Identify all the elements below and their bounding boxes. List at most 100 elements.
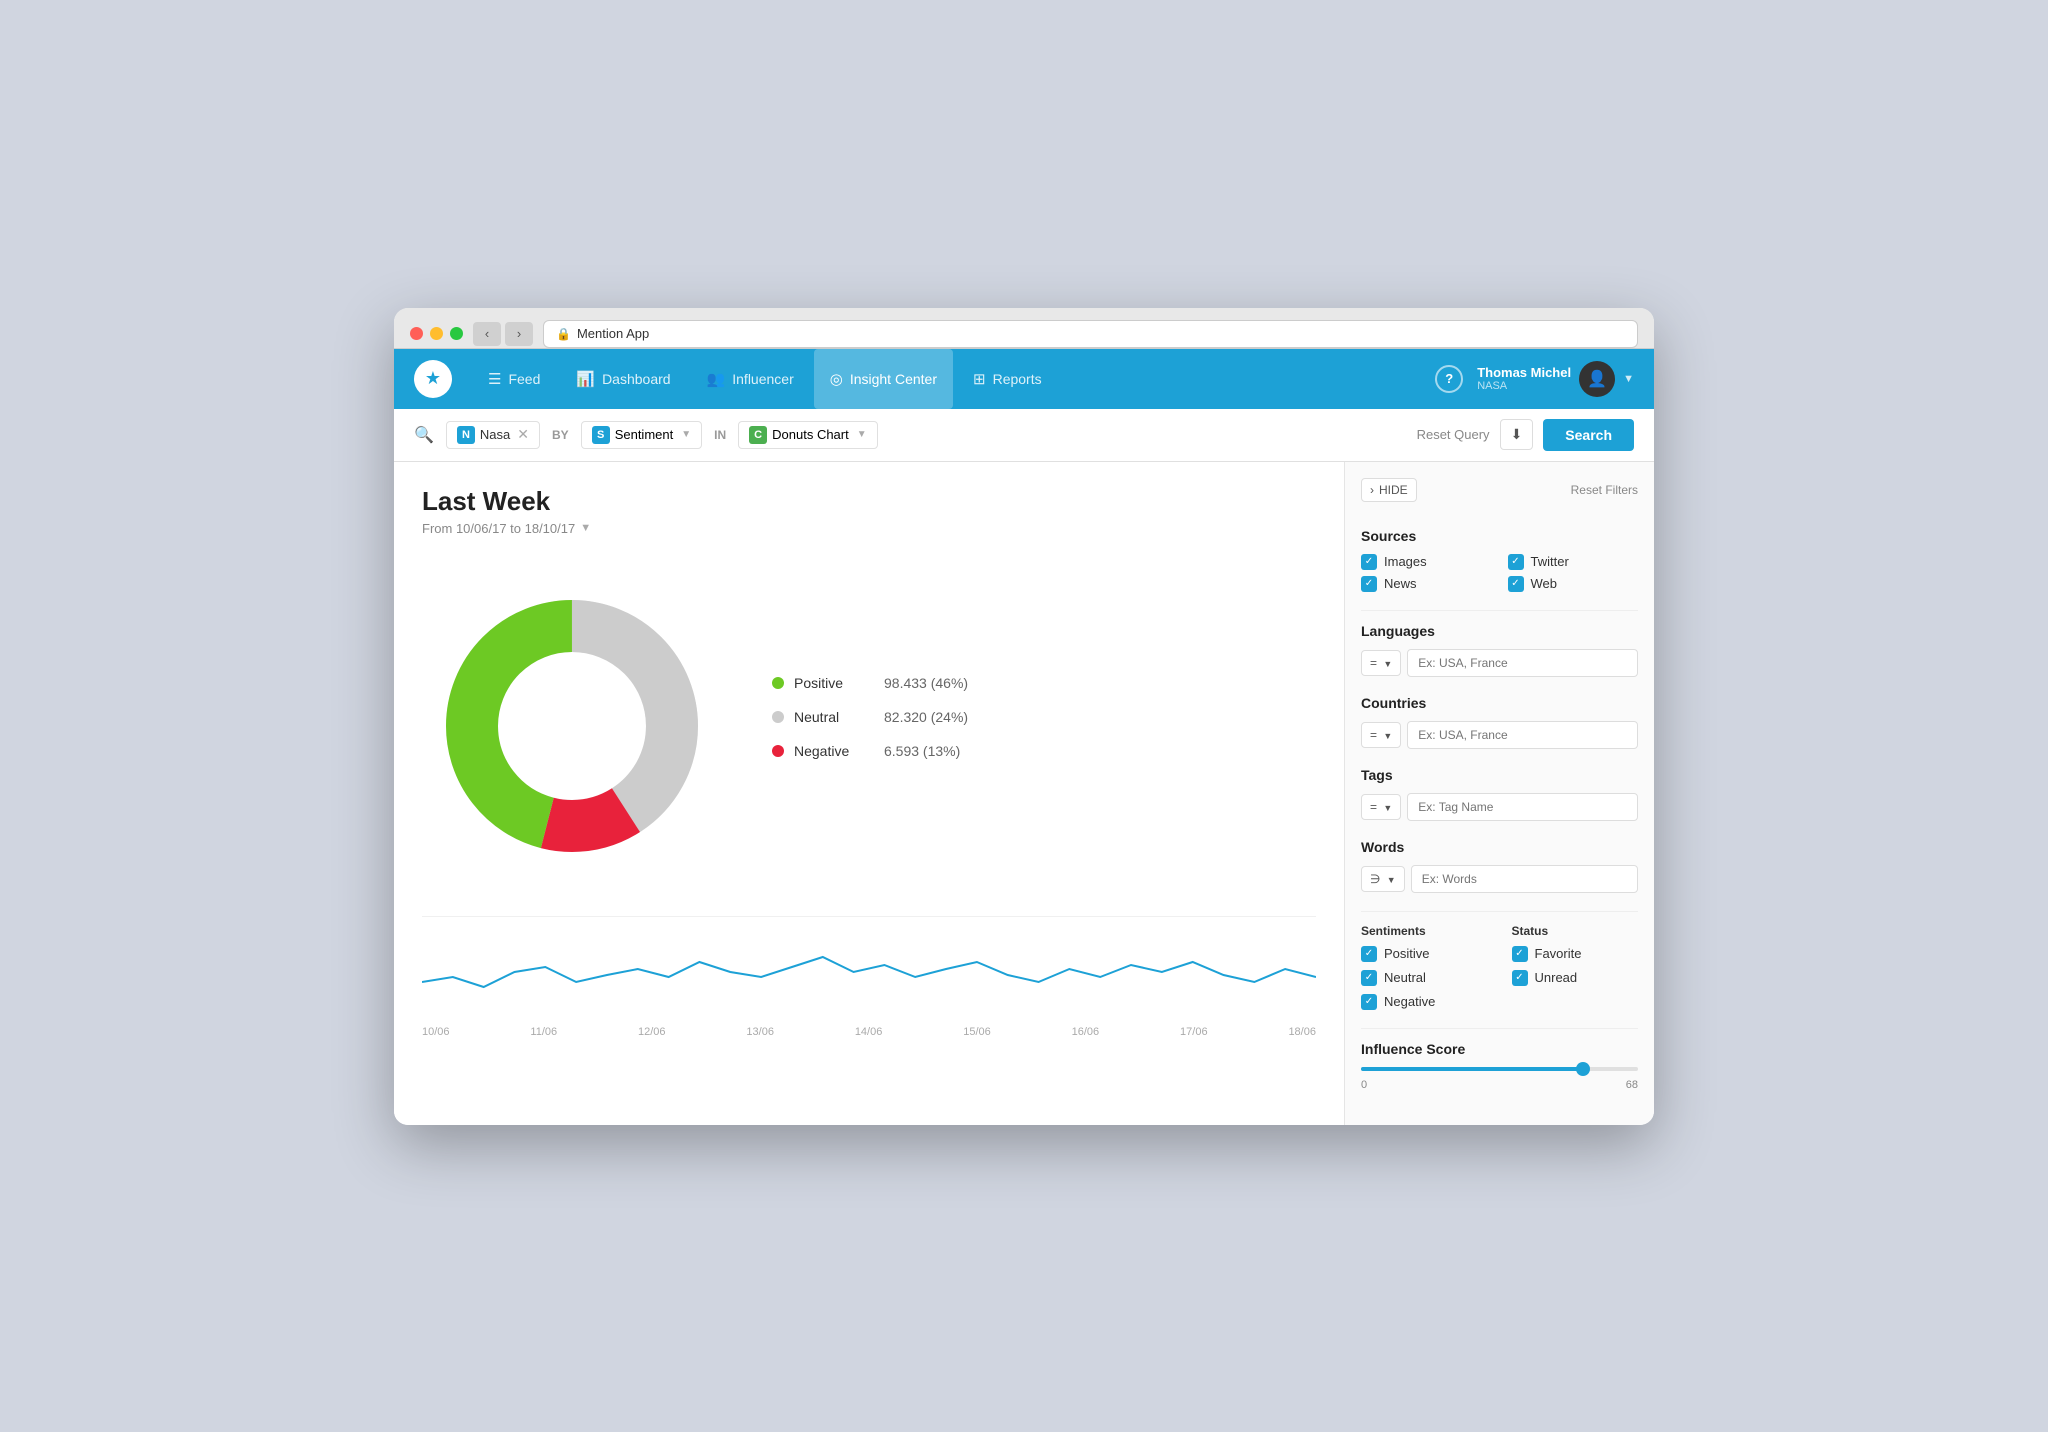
- address-bar[interactable]: 🔒 Mention App: [543, 320, 1638, 348]
- sentiment-positive-label: Positive: [1384, 946, 1430, 961]
- line-chart-line: [422, 957, 1316, 987]
- countries-op-select[interactable]: = ▼: [1361, 722, 1401, 748]
- twitter-checkbox[interactable]: ✓: [1508, 554, 1524, 570]
- chart-filter-label: Donuts Chart: [772, 427, 849, 442]
- hide-button[interactable]: › HIDE: [1361, 478, 1417, 502]
- sentiment-filter-label: Sentiment: [615, 427, 674, 442]
- x-axis: 10/06 11/06 12/06 13/06 14/06 15/06 16/0…: [422, 1022, 1316, 1042]
- tags-input[interactable]: [1407, 793, 1638, 821]
- date-range-text: From 10/06/17 to 18/10/17: [422, 521, 575, 536]
- nav-item-reports-label: Reports: [993, 371, 1042, 387]
- languages-title: Languages: [1361, 623, 1638, 639]
- sentiment-neutral[interactable]: ✓ Neutral: [1361, 970, 1488, 986]
- tags-op-text: =: [1370, 800, 1377, 814]
- countries-input-row: = ▼: [1361, 721, 1638, 749]
- status-unread-checkbox[interactable]: ✓: [1512, 970, 1528, 986]
- influence-slider-thumb[interactable]: [1576, 1062, 1590, 1076]
- search-button[interactable]: Search: [1543, 419, 1634, 451]
- status-column: Status ✓ Favorite ✓ Unread: [1512, 924, 1639, 1010]
- web-label: Web: [1531, 576, 1558, 591]
- sentiment-neutral-checkbox[interactable]: ✓: [1361, 970, 1377, 986]
- reset-filters-button[interactable]: Reset Filters: [1571, 483, 1638, 497]
- images-checkbox[interactable]: ✓: [1361, 554, 1377, 570]
- chevron-down-icon: ▼: [1623, 373, 1634, 385]
- donut-chart: [422, 576, 722, 876]
- status-favorite-checkbox[interactable]: ✓: [1512, 946, 1528, 962]
- words-op-select[interactable]: ∋ ▼: [1361, 866, 1405, 892]
- sentiment-negative-checkbox[interactable]: ✓: [1361, 994, 1377, 1010]
- insight-center-icon: ◎: [830, 370, 843, 388]
- nav-item-reports[interactable]: ⊞ Reports: [957, 349, 1058, 409]
- sentiments-status-columns: Sentiments ✓ Positive ✓ Neutral ✓: [1361, 924, 1638, 1010]
- status-unread[interactable]: ✓ Unread: [1512, 970, 1639, 986]
- influence-slider-wrap: 0 68: [1361, 1067, 1638, 1091]
- traffic-lights: [410, 327, 463, 340]
- twitter-label: Twitter: [1531, 554, 1569, 569]
- nav-item-feed[interactable]: ☰ Feed: [472, 349, 556, 409]
- tags-op-select[interactable]: = ▼: [1361, 794, 1401, 820]
- minimize-button[interactable]: [430, 327, 443, 340]
- status-favorite[interactable]: ✓ Favorite: [1512, 946, 1639, 962]
- date-range-chevron-icon[interactable]: ▼: [580, 522, 591, 534]
- x-label-0: 10/06: [422, 1026, 450, 1038]
- nav-item-dashboard[interactable]: 📊 Dashboard: [560, 349, 686, 409]
- news-label: News: [1384, 576, 1417, 591]
- sidebar: › HIDE Reset Filters Sources ✓ Images: [1344, 462, 1654, 1125]
- words-op-chevron: ▼: [1387, 875, 1396, 885]
- source-images[interactable]: ✓ Images: [1361, 554, 1492, 570]
- neutral-value: 82.320 (24%): [884, 709, 968, 725]
- user-info[interactable]: Thomas Michel NASA 👤 ▼: [1477, 361, 1634, 397]
- sentiment-chevron-icon: ▼: [681, 429, 691, 440]
- sentiment-negative[interactable]: ✓ Negative: [1361, 994, 1488, 1010]
- nasa-close-icon[interactable]: ✕: [517, 426, 529, 443]
- sentiment-neutral-label: Neutral: [1384, 970, 1426, 985]
- browser-chrome: ‹ › 🔒 Mention App: [394, 308, 1654, 349]
- sentiment-positive-checkbox[interactable]: ✓: [1361, 946, 1377, 962]
- words-title: Words: [1361, 839, 1638, 855]
- x-label-2: 12/06: [638, 1026, 666, 1038]
- sentiment-filter[interactable]: S Sentiment ▼: [581, 421, 702, 449]
- neutral-label: Neutral: [794, 709, 874, 725]
- source-twitter[interactable]: ✓ Twitter: [1508, 554, 1639, 570]
- source-news[interactable]: ✓ News: [1361, 576, 1492, 592]
- words-input[interactable]: [1411, 865, 1638, 893]
- status-favorite-label: Favorite: [1535, 946, 1582, 961]
- x-label-1: 11/06: [530, 1026, 557, 1038]
- reset-query-button[interactable]: Reset Query: [1417, 427, 1490, 442]
- close-button[interactable]: [410, 327, 423, 340]
- countries-section: Countries = ▼: [1361, 695, 1638, 749]
- nav-item-insight-center-label: Insight Center: [850, 371, 937, 387]
- web-checkbox[interactable]: ✓: [1508, 576, 1524, 592]
- languages-input[interactable]: [1407, 649, 1638, 677]
- filter-tag-nasa[interactable]: N Nasa ✕: [446, 421, 540, 449]
- x-label-8: 18/06: [1288, 1026, 1316, 1038]
- countries-input[interactable]: [1407, 721, 1638, 749]
- influence-slider-track[interactable]: [1361, 1067, 1638, 1071]
- back-button[interactable]: ‹: [473, 322, 501, 346]
- maximize-button[interactable]: [450, 327, 463, 340]
- sentiment-positive[interactable]: ✓ Positive: [1361, 946, 1488, 962]
- nav-logo[interactable]: ★: [414, 360, 452, 398]
- chart-badge: C: [749, 426, 767, 444]
- nav-item-influencer[interactable]: 👥 Influencer: [691, 349, 810, 409]
- languages-op-chevron: ▼: [1383, 659, 1392, 669]
- news-checkbox[interactable]: ✓: [1361, 576, 1377, 592]
- sentiment-negative-label: Negative: [1384, 994, 1435, 1009]
- influence-title: Influence Score: [1361, 1041, 1638, 1057]
- languages-op-text: =: [1370, 656, 1377, 670]
- legend-negative: Negative 6.593 (13%): [772, 743, 968, 759]
- download-button[interactable]: ⬇: [1500, 419, 1534, 450]
- help-button[interactable]: ?: [1435, 365, 1463, 393]
- period-subtitle: From 10/06/17 to 18/10/17 ▼: [422, 521, 1316, 536]
- languages-op-select[interactable]: = ▼: [1361, 650, 1401, 676]
- languages-input-row: = ▼: [1361, 649, 1638, 677]
- x-label-7: 17/06: [1180, 1026, 1208, 1038]
- countries-op-text: =: [1370, 728, 1377, 742]
- source-web[interactable]: ✓ Web: [1508, 576, 1639, 592]
- influencer-icon: 👥: [707, 370, 726, 388]
- nav-item-insight-center[interactable]: ◎ Insight Center: [814, 349, 953, 409]
- feed-icon: ☰: [488, 370, 501, 388]
- positive-label: Positive: [794, 675, 874, 691]
- chart-filter[interactable]: C Donuts Chart ▼: [738, 421, 878, 449]
- forward-button[interactable]: ›: [505, 322, 533, 346]
